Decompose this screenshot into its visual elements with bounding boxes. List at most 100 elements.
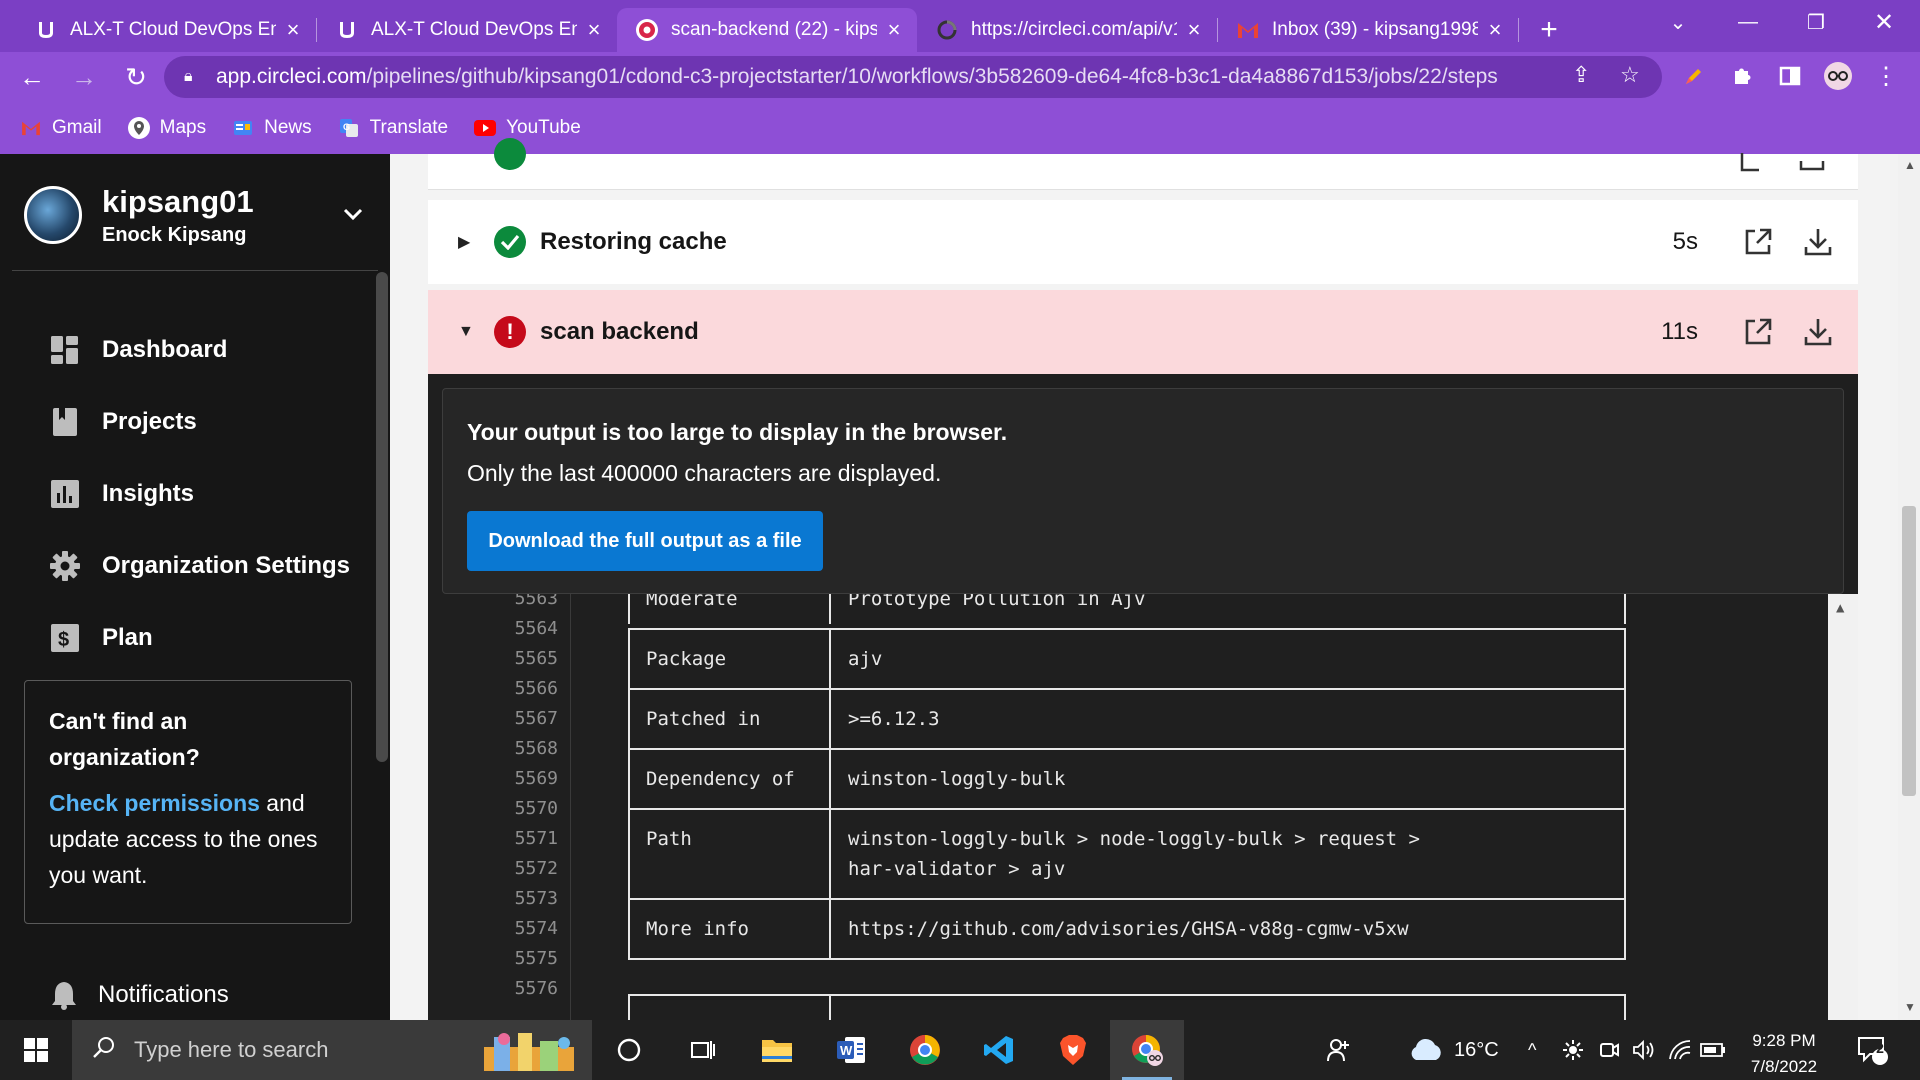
file-explorer-icon[interactable]	[740, 1020, 814, 1080]
restore-button[interactable]: ❐	[1786, 0, 1846, 44]
open-external-icon[interactable]	[1742, 316, 1774, 348]
nav-label: Dashboard	[102, 336, 228, 363]
org-switcher[interactable]: kipsang01 Enock Kipsang	[24, 180, 364, 250]
previous-step-row[interactable]	[428, 138, 1858, 190]
minimize-button[interactable]: —	[1718, 0, 1778, 44]
profile-avatar-icon[interactable]	[1822, 60, 1854, 92]
bookmark-youtube[interactable]: YouTube	[474, 117, 581, 139]
tab-udacity-1[interactable]: ALX-T Cloud DevOps Engi ×	[16, 8, 316, 52]
extensions-puzzle-icon[interactable]	[1726, 60, 1758, 92]
nav-dashboard[interactable]: Dashboard	[50, 330, 227, 370]
wifi-icon[interactable]	[1668, 1020, 1692, 1080]
action-center-icon[interactable]: 2	[1856, 1020, 1890, 1080]
table-border	[628, 898, 1626, 900]
log-scrollbar[interactable]: ▲	[1828, 594, 1858, 1020]
open-external-icon[interactable]	[1742, 226, 1774, 258]
taskbar-search[interactable]: Type here to search	[72, 1020, 592, 1080]
weather-widget[interactable]: 16°C	[1408, 1020, 1499, 1080]
battery-icon[interactable]	[1700, 1020, 1726, 1080]
table-border	[628, 958, 1626, 960]
forward-button[interactable]: →	[64, 57, 104, 97]
table-border	[829, 808, 831, 900]
side-panel-icon[interactable]	[1774, 60, 1806, 92]
bookmark-translate[interactable]: G Translate	[338, 117, 448, 139]
multitask-icon[interactable]	[666, 1020, 740, 1080]
nav-organization-settings[interactable]: Organization Settings	[50, 546, 350, 586]
download-icon[interactable]	[1796, 144, 1828, 176]
tab-search-icon[interactable]: ⌄	[1648, 0, 1708, 44]
table-border	[1624, 898, 1626, 960]
close-tab-icon[interactable]: ×	[1484, 17, 1506, 43]
line-number: 5564	[514, 618, 558, 639]
extension-pen-icon[interactable]	[1678, 60, 1710, 92]
nav-notifications[interactable]: Notifications	[50, 980, 229, 1010]
log-viewer[interactable]: 5563 5564 5565 5566 5567 5568 5569 5570 …	[428, 594, 1858, 1020]
tab-circleci-api[interactable]: https://circleci.com/api/v1 ×	[917, 8, 1217, 52]
nav-insights[interactable]: Insights	[50, 474, 194, 514]
start-button[interactable]	[0, 1020, 72, 1080]
step-restoring-cache[interactable]: ▶ Restoring cache 5s	[428, 200, 1858, 284]
volume-icon[interactable]	[1632, 1020, 1656, 1080]
close-tab-icon[interactable]: ×	[282, 17, 304, 43]
download-full-output-button[interactable]: Download the full output as a file	[467, 511, 823, 571]
table-border	[628, 688, 1626, 690]
chevron-down-icon[interactable]	[342, 200, 364, 228]
people-icon[interactable]	[1326, 1020, 1352, 1080]
collapse-caret-icon[interactable]: ▼	[458, 323, 478, 341]
new-tab-button[interactable]: +	[1529, 8, 1569, 52]
tab-udacity-2[interactable]: ALX-T Cloud DevOps Engi ×	[317, 8, 617, 52]
tray-overflow-icon[interactable]: ^	[1528, 1020, 1536, 1080]
gmail-icon	[1236, 18, 1260, 42]
tab-scan-backend[interactable]: scan-backend (22) - kipsa ×	[617, 8, 917, 52]
reload-button[interactable]: ↻	[116, 57, 156, 97]
open-external-icon[interactable]	[1736, 144, 1768, 176]
line-number-gutter	[570, 594, 571, 1020]
system-clock[interactable]: 9:28 PM 7/8/2022	[1734, 1028, 1834, 1080]
nav-projects[interactable]: Projects	[50, 402, 197, 442]
bookmark-star-icon[interactable]: ☆	[1620, 62, 1640, 88]
network-settings-icon[interactable]	[1562, 1020, 1584, 1080]
bookmark-news[interactable]: News	[232, 117, 312, 139]
bookmark-gmail[interactable]: Gmail	[20, 117, 102, 139]
expand-caret-icon[interactable]: ▶	[458, 232, 478, 252]
bookmark-maps[interactable]: Maps	[127, 117, 206, 139]
meet-now-icon[interactable]	[1598, 1020, 1620, 1080]
step-scan-backend[interactable]: ▼ ! scan backend 11s	[428, 290, 1858, 374]
nav-plan[interactable]: $ Plan	[50, 618, 153, 658]
table-border	[628, 628, 1626, 630]
share-icon[interactable]: ⇪	[1572, 62, 1590, 88]
close-tab-icon[interactable]: ×	[583, 17, 605, 43]
scroll-up-arrow-icon[interactable]: ▲	[1904, 158, 1916, 172]
download-icon[interactable]	[1802, 316, 1834, 348]
check-permissions-link[interactable]: Check permissions	[49, 790, 260, 816]
audit-link[interactable]: https://github.com/advisories/GHSA-v88g-…	[848, 918, 1409, 940]
page-scrollbar[interactable]: ▲ ▼	[1898, 154, 1920, 1020]
tab-title: Inbox (39) - kipsang1998	[1272, 19, 1478, 40]
table-border	[829, 594, 831, 624]
close-tab-icon[interactable]: ×	[883, 17, 905, 43]
task-view-icon[interactable]	[592, 1020, 666, 1080]
success-check-icon	[494, 138, 526, 170]
gmail-icon	[20, 117, 42, 139]
audit-key: Package	[646, 648, 727, 670]
scroll-down-arrow-icon[interactable]: ▼	[1904, 1000, 1916, 1014]
table-border	[628, 994, 630, 1020]
close-window-button[interactable]: ✕	[1854, 0, 1914, 44]
download-icon[interactable]	[1802, 226, 1834, 258]
back-button[interactable]: ←	[12, 57, 52, 97]
scroll-up-arrow-icon[interactable]: ▲	[1836, 600, 1844, 616]
sidebar-scrollbar[interactable]	[376, 272, 388, 762]
circleci-icon	[635, 18, 659, 42]
close-tab-icon[interactable]: ×	[1183, 17, 1205, 43]
url-host: app.circleci.com	[216, 65, 367, 88]
brave-icon[interactable]	[1036, 1020, 1110, 1080]
scrollbar-thumb[interactable]	[1902, 506, 1916, 796]
tab-gmail[interactable]: Inbox (39) - kipsang1998 ×	[1218, 8, 1518, 52]
line-number: 5570	[514, 798, 558, 819]
browser-menu-icon[interactable]: ⋮	[1870, 60, 1902, 92]
chrome-icon[interactable]	[888, 1020, 962, 1080]
chrome-profile-icon[interactable]	[1110, 1020, 1184, 1080]
vscode-icon[interactable]	[962, 1020, 1036, 1080]
address-bar[interactable]: 🔒︎ app.circleci.com/pipelines/github/kip…	[164, 56, 1662, 98]
word-icon[interactable]: W	[814, 1020, 888, 1080]
